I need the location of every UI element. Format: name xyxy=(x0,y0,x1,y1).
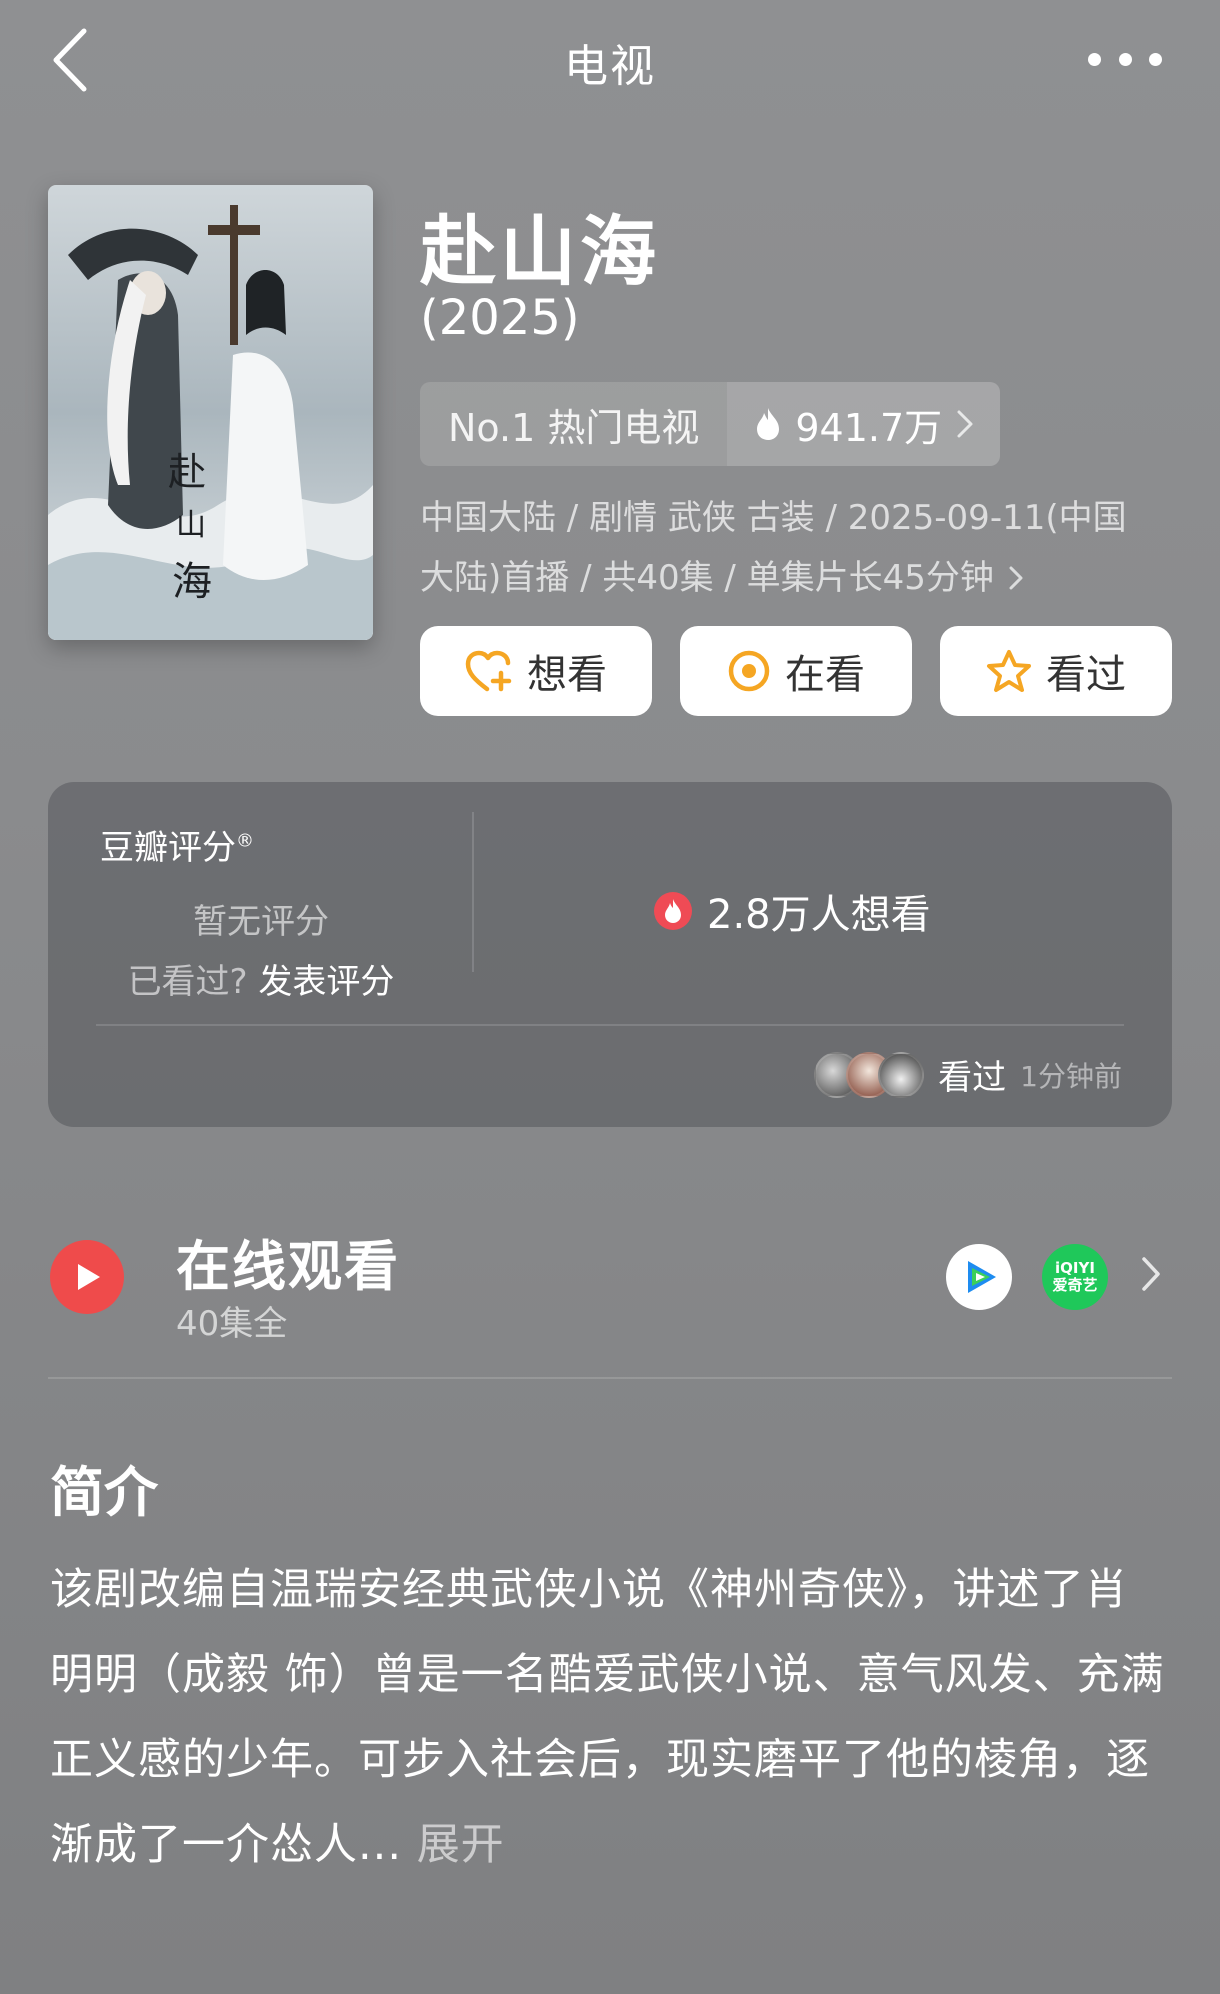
rank-label: No.1 热门电视 xyxy=(420,382,728,466)
expand-button[interactable]: 展开 xyxy=(417,1820,505,1870)
target-icon xyxy=(728,650,770,692)
seen-question: 已看过? xyxy=(127,962,248,1002)
rank-badge: No.1 热门电视 941.7万 xyxy=(420,382,1001,466)
poster-image[interactable]: 赴 山 海 xyxy=(48,185,373,640)
more-options-button[interactable] xyxy=(1088,44,1162,74)
dot-icon xyxy=(1118,52,1132,66)
avatar xyxy=(878,1051,925,1098)
want-count[interactable]: 2.8万人想看 xyxy=(653,882,931,940)
poster-artwork: 赴 山 海 xyxy=(48,185,373,640)
dot-icon xyxy=(1088,52,1101,66)
heat-indicator[interactable]: 941.7万 xyxy=(727,382,1001,466)
top-bar: 电视 xyxy=(0,0,1220,120)
watch-online-title: 在线观看 xyxy=(176,1235,400,1298)
chevron-right-icon xyxy=(1142,1257,1160,1291)
rate-button[interactable]: 发表评分 xyxy=(258,962,394,1002)
red-flame-icon xyxy=(654,892,692,930)
watched-button[interactable]: 看过 xyxy=(940,626,1172,716)
vertical-divider xyxy=(472,812,474,972)
iqiyi-label-zh: 爱奇艺 xyxy=(1052,1276,1098,1294)
meta-line: 大陆)首播 / 共40集 / 单集片长45分钟 xyxy=(420,558,994,598)
episode-count: 40集全 xyxy=(176,1304,288,1344)
avatar-group xyxy=(814,1051,925,1098)
chevron-right-icon xyxy=(957,410,973,438)
seen-label: 看过 xyxy=(938,1058,1007,1098)
dot-icon xyxy=(1149,52,1162,66)
rating-card: 豆瓣评分® 暂无评分 已看过? 发表评分 2.8万人想看 看过 1分钟前 xyxy=(48,782,1172,1127)
intro-body: 该剧改编自温瑞安经典武侠小说《神州奇侠》，讲述了肖明明（成毅 饰）曾是一名酷爱武… xyxy=(50,1565,1165,1870)
want-count-text: 2.8万人想看 xyxy=(707,892,931,938)
heart-plus-icon xyxy=(465,650,512,692)
no-rating-text: 暂无评分 xyxy=(193,902,329,942)
watching-button[interactable]: 在看 xyxy=(680,626,912,716)
play-icon xyxy=(50,1240,124,1314)
iqiyi-label-en: iQIYI xyxy=(1055,1259,1095,1277)
action-buttons: 想看 在看 看过 xyxy=(420,626,1172,716)
horizontal-divider xyxy=(96,1024,1124,1026)
watched-label: 看过 xyxy=(1046,652,1126,698)
svg-text:海: 海 xyxy=(172,559,212,605)
flame-icon xyxy=(757,408,780,440)
seen-time: 1分钟前 xyxy=(1020,1059,1122,1093)
page-title: 电视 xyxy=(564,41,656,92)
want-to-watch-button[interactable]: 想看 xyxy=(420,626,652,716)
registered-mark: ® xyxy=(236,830,254,852)
rating-heading-text: 豆瓣评分 xyxy=(100,828,236,868)
show-title: 赴山海 xyxy=(420,207,660,296)
svg-text:赴: 赴 xyxy=(168,450,206,494)
show-year: (2025) xyxy=(420,290,580,346)
section-divider xyxy=(48,1377,1172,1379)
watch-online-row[interactable]: 在线观看 40集全 iQIYI 爱奇艺 xyxy=(48,1210,1172,1344)
rating-heading: 豆瓣评分® xyxy=(100,820,254,869)
recent-activity[interactable]: 看过 1分钟前 xyxy=(814,1050,1122,1099)
intro-text: 该剧改编自温瑞安经典武侠小说《神州奇侠》，讲述了肖明明（成毅 饰）曾是一名酷爱武… xyxy=(50,1548,1170,1888)
meta-line: 中国大陆 / 剧情 武侠 古装 / 2025-09-11(中国 xyxy=(420,498,1127,538)
meta-line-with-chevron: 大陆)首播 / 共40集 / 单集片长45分钟 xyxy=(420,548,1150,608)
chevron-right-icon xyxy=(1009,566,1023,590)
show-meta[interactable]: 中国大陆 / 剧情 武侠 古装 / 2025-09-11(中国 大陆)首播 / … xyxy=(420,488,1150,608)
watching-label: 在看 xyxy=(785,652,865,698)
svg-text:山: 山 xyxy=(176,508,206,543)
tencent-video-icon[interactable] xyxy=(946,1244,1012,1310)
want-to-watch-label: 想看 xyxy=(527,652,607,698)
rate-prompt: 已看过? 发表评分 xyxy=(48,954,474,1003)
star-icon xyxy=(987,650,1031,692)
heat-value: 941.7万 xyxy=(795,405,943,450)
intro-heading: 简介 xyxy=(50,1461,158,1524)
iqiyi-icon[interactable]: iQIYI 爱奇艺 xyxy=(1042,1244,1108,1310)
